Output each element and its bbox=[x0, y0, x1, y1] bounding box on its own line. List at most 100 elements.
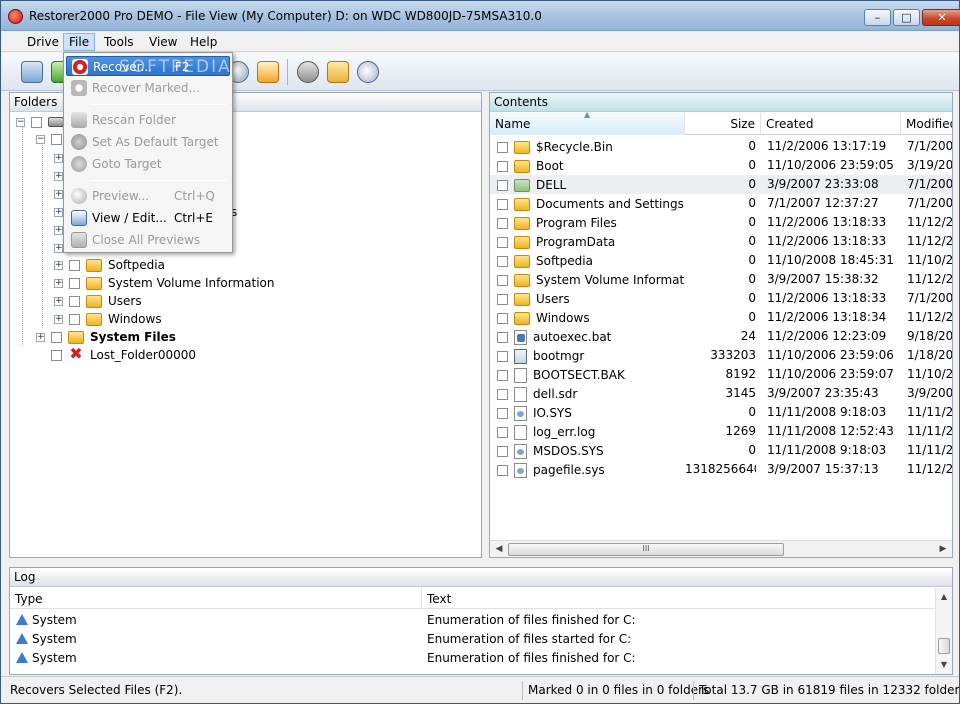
menu-help[interactable]: Help bbox=[184, 33, 223, 51]
column-created[interactable]: Created bbox=[761, 113, 901, 135]
expand-icon[interactable]: + bbox=[54, 278, 63, 288]
file-checkbox[interactable] bbox=[497, 464, 508, 476]
menu-drive[interactable]: Drive bbox=[21, 33, 65, 51]
menu-item-view-edit[interactable]: View / Edit... Ctrl+E bbox=[66, 208, 230, 228]
expand-icon[interactable]: + bbox=[54, 225, 63, 235]
file-checkbox[interactable] bbox=[497, 312, 508, 324]
file-checkbox[interactable] bbox=[497, 217, 508, 229]
expand-icon[interactable]: + bbox=[54, 189, 63, 199]
horizontal-scrollbar[interactable]: ◀ III ▶ bbox=[490, 540, 952, 557]
expand-icon[interactable]: + bbox=[54, 296, 63, 306]
tree-row-system-volume-information[interactable]: + System Volume Information bbox=[54, 274, 274, 292]
column-size[interactable]: Size bbox=[685, 113, 761, 135]
menu-item-close-all-previews[interactable]: Close All Previews bbox=[66, 230, 230, 250]
menu-item-goto-target[interactable]: Goto Target bbox=[66, 154, 230, 174]
upload-folder-icon[interactable] bbox=[327, 61, 349, 83]
file-row[interactable]: BOOTSECT.BAK 8192 11/10/2006 23:59:07 11/10… bbox=[490, 365, 952, 384]
file-row[interactable]: System Volume Information 0 3/9/2007 15:38… bbox=[490, 270, 952, 289]
drives-icon[interactable] bbox=[21, 61, 43, 83]
tree-row-lost-folder[interactable]: ✖ Lost_Folder00000 bbox=[51, 346, 196, 364]
collapse-icon[interactable]: − bbox=[36, 134, 45, 144]
file-row[interactable]: pagefile.sys 1318256640 3/9/2007 15:37:13 1… bbox=[490, 460, 952, 479]
menu-view[interactable]: View bbox=[143, 33, 183, 51]
file-checkbox[interactable] bbox=[497, 426, 508, 438]
maximize-button[interactable]: □ bbox=[893, 9, 920, 26]
close-button[interactable]: ✕ bbox=[922, 9, 960, 26]
file-checkbox[interactable] bbox=[497, 350, 508, 362]
menu-item-rescan-folder[interactable]: Rescan Folder bbox=[66, 110, 230, 130]
zoom-icon[interactable] bbox=[357, 61, 379, 83]
expand-icon[interactable]: + bbox=[36, 332, 45, 342]
file-checkbox[interactable] bbox=[497, 331, 508, 343]
tree-checkbox[interactable] bbox=[69, 313, 80, 325]
scroll-up-icon[interactable]: ▲ bbox=[937, 590, 951, 603]
log-column-type[interactable]: Type bbox=[10, 588, 422, 609]
file-checkbox[interactable] bbox=[497, 293, 508, 305]
tree-row-softpedia[interactable]: + Softpedia bbox=[54, 256, 165, 274]
file-checkbox[interactable] bbox=[497, 198, 508, 210]
tree-row-system-files[interactable]: + System Files bbox=[36, 328, 176, 346]
file-row[interactable]: dell.sdr 3145 3/9/2007 23:35:43 3/9/2007 bbox=[490, 384, 952, 403]
file-row[interactable]: Program Files 0 11/2/2006 13:18:33 11/12/20 bbox=[490, 213, 952, 232]
file-row[interactable]: Softpedia 0 11/10/2008 18:45:31 11/10/20 bbox=[490, 251, 952, 270]
menu-item-preview[interactable]: Preview... Ctrl+Q bbox=[66, 186, 230, 206]
scroll-left-icon[interactable]: ◀ bbox=[492, 543, 506, 556]
tree-checkbox[interactable] bbox=[69, 295, 80, 307]
clipboard-icon[interactable] bbox=[257, 61, 279, 83]
menu-tools[interactable]: Tools bbox=[98, 33, 140, 51]
collapse-icon[interactable]: − bbox=[16, 117, 25, 127]
column-modified[interactable]: Modified bbox=[901, 113, 952, 135]
expand-icon[interactable]: + bbox=[54, 260, 63, 270]
file-row[interactable]: ProgramData 0 11/2/2006 13:18:33 11/12/20 bbox=[490, 232, 952, 251]
log-vertical-scrollbar[interactable]: ▲ ▼ bbox=[935, 588, 952, 674]
file-row[interactable]: DELL 0 3/9/2007 23:33:08 7/1/2007 bbox=[490, 175, 952, 194]
scroll-down-icon[interactable]: ▼ bbox=[937, 658, 951, 671]
menu-file[interactable]: File bbox=[63, 33, 96, 51]
tree-checkbox[interactable] bbox=[51, 349, 62, 361]
file-row[interactable]: autoexec.bat 24 11/2/2006 12:23:09 9/18/200 bbox=[490, 327, 952, 346]
file-row[interactable]: MSDOS.SYS 0 11/11/2008 9:18:03 11/11/20 bbox=[490, 441, 952, 460]
tree-row-users[interactable]: + Users bbox=[54, 292, 142, 310]
file-row[interactable]: Documents and Settings 0 7/1/2007 12:37:27… bbox=[490, 194, 952, 213]
file-checkbox[interactable] bbox=[497, 369, 508, 381]
file-row[interactable]: bootmgr 333203 11/10/2006 23:59:06 1/18/200 bbox=[490, 346, 952, 365]
tree-checkbox[interactable] bbox=[69, 259, 80, 271]
menu-item-recover-marked[interactable]: Recover Marked... bbox=[66, 78, 230, 98]
expand-icon[interactable]: + bbox=[54, 243, 63, 253]
column-name[interactable]: Name ▲ bbox=[490, 110, 685, 135]
file-checkbox[interactable] bbox=[497, 160, 508, 172]
file-row[interactable]: Boot 0 11/10/2006 23:59:05 3/19/200 bbox=[490, 156, 952, 175]
tree-row-windows[interactable]: + Windows bbox=[54, 310, 162, 328]
file-row[interactable]: IO.SYS 0 11/11/2008 9:18:03 11/11/20 bbox=[490, 403, 952, 422]
horizontal-scroll-thumb[interactable]: III bbox=[508, 543, 784, 556]
file-row[interactable]: $Recycle.Bin 0 11/2/2006 13:17:19 7/1/2007 bbox=[490, 137, 952, 156]
vertical-scroll-thumb[interactable] bbox=[938, 638, 950, 654]
expand-icon[interactable]: + bbox=[54, 207, 63, 217]
file-row[interactable]: Users 0 11/2/2006 13:18:33 7/1/2007 bbox=[490, 289, 952, 308]
scroll-right-icon[interactable]: ▶ bbox=[936, 543, 950, 556]
file-checkbox[interactable] bbox=[497, 255, 508, 267]
menu-item-set-default-target[interactable]: Set As Default Target bbox=[66, 132, 230, 152]
tree-checkbox[interactable] bbox=[31, 116, 42, 128]
tree-checkbox[interactable] bbox=[51, 331, 62, 343]
file-checkbox[interactable] bbox=[497, 388, 508, 400]
menu-item-recover[interactable]: Recover... F2 bbox=[66, 56, 230, 76]
file-checkbox[interactable] bbox=[497, 407, 508, 419]
file-checkbox[interactable] bbox=[497, 179, 508, 191]
log-row[interactable]: System Enumeration of files finished for… bbox=[10, 649, 935, 668]
file-checkbox[interactable] bbox=[497, 236, 508, 248]
file-checkbox[interactable] bbox=[497, 445, 508, 457]
file-checkbox[interactable] bbox=[497, 141, 508, 153]
file-row[interactable]: Windows 0 11/2/2006 13:18:34 11/12/20 bbox=[490, 308, 952, 327]
log-row[interactable]: System Enumeration of files finished for… bbox=[10, 611, 935, 630]
file-checkbox[interactable] bbox=[497, 274, 508, 286]
log-row[interactable]: System Enumeration of files started for … bbox=[10, 630, 935, 649]
expand-icon[interactable]: + bbox=[54, 314, 63, 324]
file-row[interactable]: log_err.log 1269 11/11/2008 12:52:43 11/11/… bbox=[490, 422, 952, 441]
log-column-text[interactable]: Text bbox=[422, 588, 922, 609]
tree-checkbox[interactable] bbox=[69, 277, 80, 289]
tree-checkbox[interactable] bbox=[51, 133, 62, 145]
minimize-button[interactable]: – bbox=[864, 9, 891, 26]
expand-icon[interactable]: + bbox=[54, 153, 63, 163]
tree-row-drive[interactable]: − bbox=[16, 113, 64, 131]
